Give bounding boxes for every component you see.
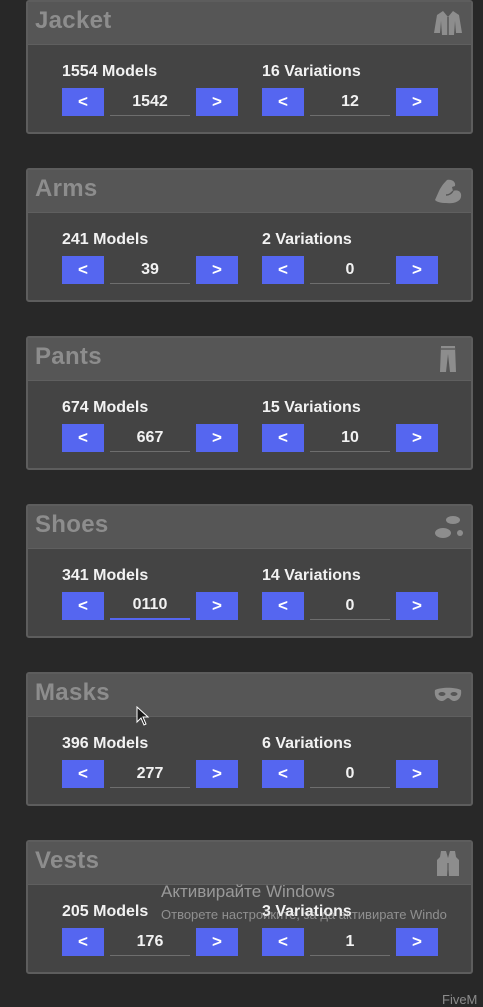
- models-prev-button[interactable]: <: [62, 88, 104, 116]
- panel-pants: Pants 674 Models < > 15 Variations < >: [26, 336, 473, 470]
- variations-stepper: < >: [262, 256, 438, 284]
- models-prev-button[interactable]: <: [62, 592, 104, 620]
- models-stepper: < >: [62, 424, 238, 452]
- models-input[interactable]: [110, 592, 190, 620]
- variations-group: 15 Variations < >: [262, 398, 438, 452]
- variations-prev-button[interactable]: <: [262, 592, 304, 620]
- variations-input[interactable]: [310, 760, 390, 788]
- variations-count-label: 6 Variations: [262, 735, 352, 752]
- variations-input[interactable]: [310, 592, 390, 620]
- models-stepper: < >: [62, 928, 238, 956]
- panel-header: Vests: [28, 842, 471, 885]
- panel-header: Masks: [28, 674, 471, 717]
- variations-next-button[interactable]: >: [396, 424, 438, 452]
- models-next-button[interactable]: >: [196, 256, 238, 284]
- models-next-button[interactable]: >: [196, 760, 238, 788]
- models-next-button[interactable]: >: [196, 88, 238, 116]
- variations-next-button[interactable]: >: [396, 928, 438, 956]
- models-count-label: 396 Models: [62, 735, 149, 752]
- models-count-label: 341 Models: [62, 567, 149, 584]
- panel-shoes: Shoes 341 Models < > 14 Variations < >: [26, 504, 473, 638]
- models-count-label: 674 Models: [62, 399, 149, 416]
- panel-header: Pants: [28, 338, 471, 381]
- models-prev-button[interactable]: <: [62, 760, 104, 788]
- models-input[interactable]: [110, 760, 190, 788]
- mask-icon: [434, 687, 462, 701]
- panel-title: Pants: [35, 343, 102, 370]
- variations-group: 16 Variations < >: [262, 62, 438, 116]
- models-count-label: 205 Models: [62, 903, 149, 920]
- variations-prev-button[interactable]: <: [262, 760, 304, 788]
- panel-title: Shoes: [35, 511, 109, 538]
- variations-stepper: < >: [262, 424, 438, 452]
- variations-stepper: < >: [262, 88, 438, 116]
- models-input[interactable]: [110, 88, 190, 116]
- models-group: 241 Models < >: [62, 230, 238, 284]
- models-input[interactable]: [110, 928, 190, 956]
- variations-group: 14 Variations < >: [262, 566, 438, 620]
- panel-header: Shoes: [28, 506, 471, 549]
- variations-input[interactable]: [310, 88, 390, 116]
- jacket-icon: [434, 11, 462, 35]
- models-stepper: < >: [62, 760, 238, 788]
- variations-input[interactable]: [310, 256, 390, 284]
- models-prev-button[interactable]: <: [62, 256, 104, 284]
- panel-header: Jacket: [28, 2, 471, 45]
- panel-title: Arms: [35, 175, 98, 202]
- variations-group: 2 Variations < >: [262, 230, 438, 284]
- variations-stepper: < >: [262, 760, 438, 788]
- variations-count-label: 3 Variations: [262, 903, 352, 920]
- models-count-label: 241 Models: [62, 231, 149, 248]
- panel-masks: Masks 396 Models < > 6 Variations < >: [26, 672, 473, 806]
- models-next-button[interactable]: >: [196, 424, 238, 452]
- models-stepper: < >: [62, 88, 238, 116]
- vest-icon: [437, 851, 459, 876]
- variations-prev-button[interactable]: <: [262, 928, 304, 956]
- models-group: 205 Models < >: [62, 902, 238, 956]
- variations-count-label: 14 Variations: [262, 567, 361, 584]
- models-prev-button[interactable]: <: [62, 424, 104, 452]
- variations-count-label: 16 Variations: [262, 63, 361, 80]
- variations-next-button[interactable]: >: [396, 592, 438, 620]
- panel-title: Masks: [35, 679, 110, 706]
- variations-input[interactable]: [310, 424, 390, 452]
- variations-count-label: 2 Variations: [262, 231, 352, 248]
- variations-group: 3 Variations < >: [262, 902, 438, 956]
- models-group: 396 Models < >: [62, 734, 238, 788]
- variations-next-button[interactable]: >: [396, 88, 438, 116]
- models-input[interactable]: [110, 424, 190, 452]
- models-input[interactable]: [110, 256, 190, 284]
- variations-stepper: < >: [262, 928, 438, 956]
- pants-icon: [440, 346, 456, 372]
- variations-input[interactable]: [310, 928, 390, 956]
- variations-stepper: < >: [262, 592, 438, 620]
- variations-next-button[interactable]: >: [396, 760, 438, 788]
- variations-next-button[interactable]: >: [396, 256, 438, 284]
- models-prev-button[interactable]: <: [62, 928, 104, 956]
- panel-arms: Arms 241 Models < > 2 Variations < >: [26, 168, 473, 302]
- models-next-button[interactable]: >: [196, 592, 238, 620]
- models-group: 674 Models < >: [62, 398, 238, 452]
- panel-header: Arms: [28, 170, 471, 213]
- models-stepper: < >: [62, 592, 238, 620]
- panel-title: Jacket: [35, 7, 112, 34]
- models-next-button[interactable]: >: [196, 928, 238, 956]
- panel-vests: Vests 205 Models < > 3 Variations < >: [26, 840, 473, 974]
- arm-icon: [435, 179, 462, 204]
- models-count-label: 1554 Models: [62, 63, 158, 80]
- variations-count-label: 15 Variations: [262, 399, 361, 416]
- variations-prev-button[interactable]: <: [262, 424, 304, 452]
- corner-app-text: FiveM: [442, 992, 478, 1007]
- models-group: 1554 Models < >: [62, 62, 238, 116]
- variations-prev-button[interactable]: <: [262, 88, 304, 116]
- shoe-prints-icon: [435, 516, 463, 538]
- panel-title: Vests: [35, 847, 100, 874]
- panel-jacket: Jacket 1554 Models < > 16 Variations < >: [26, 0, 473, 134]
- models-group: 341 Models < >: [62, 566, 238, 620]
- models-stepper: < >: [62, 256, 238, 284]
- variations-group: 6 Variations < >: [262, 734, 438, 788]
- variations-prev-button[interactable]: <: [262, 256, 304, 284]
